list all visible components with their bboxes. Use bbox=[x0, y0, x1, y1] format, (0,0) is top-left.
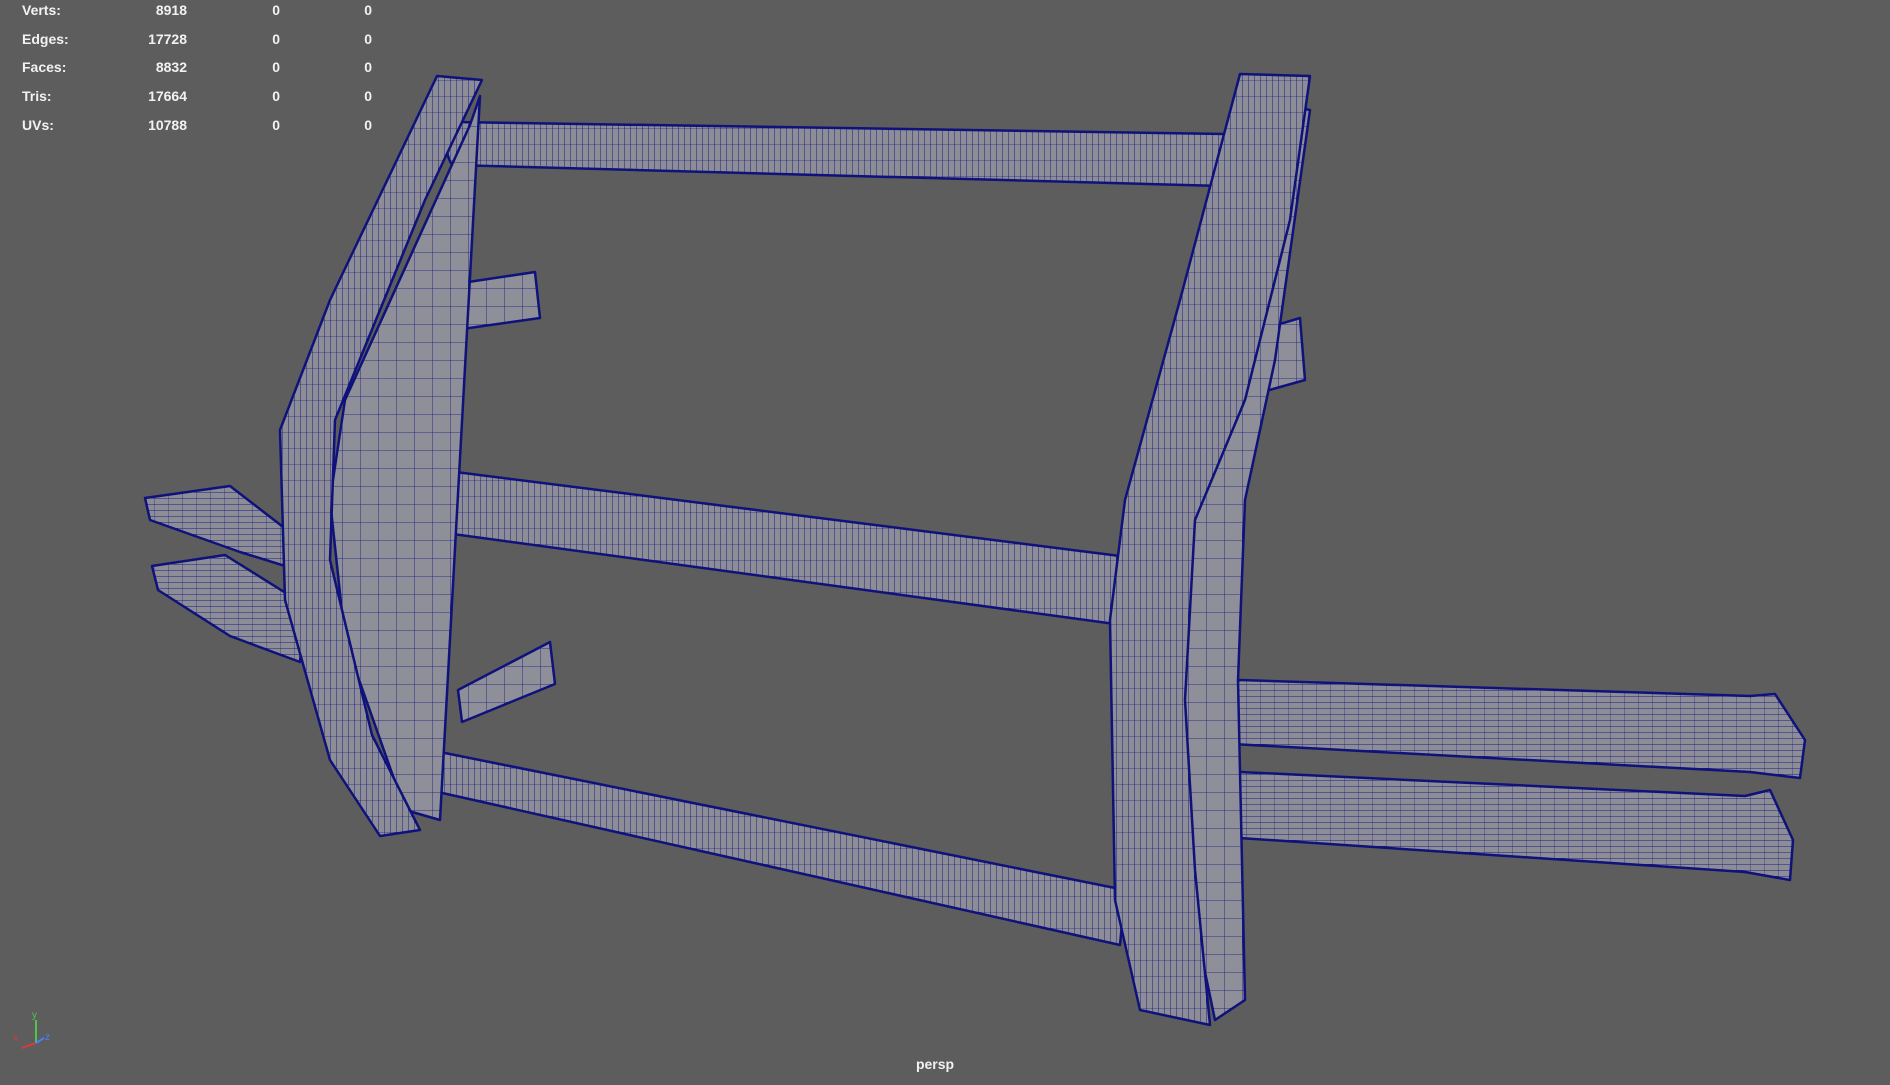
y-axis-label: y bbox=[32, 1010, 37, 1021]
hud-stat-other: 0 bbox=[364, 116, 372, 133]
hud-stat-value: 17664 bbox=[148, 88, 187, 105]
left-lower-bracket bbox=[456, 640, 557, 724]
hud-stat-selected: 0 bbox=[272, 116, 280, 133]
hud-stat-value: 10788 bbox=[148, 116, 187, 133]
top-tube bbox=[445, 120, 1227, 188]
hud-stat-label: Tris: bbox=[22, 88, 52, 105]
hud-stat-label: Faces: bbox=[22, 59, 67, 76]
hud-stat-other: 0 bbox=[364, 88, 372, 105]
left-lower-arm bbox=[150, 553, 307, 664]
hud-stat-selected: 0 bbox=[272, 2, 280, 18]
hud-stat-label: UVs: bbox=[22, 116, 54, 133]
hud-stat-value: 8918 bbox=[155, 2, 187, 18]
hud-stat-label: Edges: bbox=[22, 30, 69, 47]
hud-row: Verts: 8918 0 0 bbox=[0, 0, 400, 20]
hud-stat-selected: 0 bbox=[272, 30, 280, 47]
hud-stat-selected: 0 bbox=[272, 88, 280, 105]
hud-stat-value: 17728 bbox=[148, 30, 187, 47]
hud-row: UVs: 10788 0 0 bbox=[0, 115, 400, 135]
hud-stat-other: 0 bbox=[364, 30, 372, 47]
left-upright[interactable] bbox=[278, 74, 484, 838]
hud-stat-value: 8832 bbox=[155, 59, 187, 76]
bottom-tube bbox=[417, 748, 1127, 947]
hud-row: Tris: 17664 0 0 bbox=[0, 86, 400, 106]
axis-gizmo: x y z bbox=[13, 1010, 50, 1049]
middle-crossbar bbox=[348, 468, 1122, 626]
z-axis-label: z bbox=[45, 1032, 50, 1043]
hud-stat-selected: 0 bbox=[272, 59, 280, 76]
right-arms[interactable] bbox=[1188, 678, 1807, 882]
right-upright[interactable] bbox=[1108, 72, 1312, 1027]
3d-viewport[interactable] bbox=[0, 0, 1890, 1080]
hud-row: Edges: 17728 0 0 bbox=[0, 29, 400, 49]
camera-label: persp bbox=[915, 1056, 955, 1072]
hud-stat-label: Verts: bbox=[22, 2, 61, 18]
hud-stat-other: 0 bbox=[364, 2, 372, 18]
x-axis-label: x bbox=[13, 1033, 18, 1044]
x-axis-line bbox=[21, 1042, 37, 1049]
wireframe-model[interactable] bbox=[0, 0, 1890, 1080]
z-axis-line bbox=[35, 1037, 45, 1044]
hud-stat-other: 0 bbox=[364, 59, 372, 76]
hud-row: Faces: 8832 0 0 bbox=[0, 57, 400, 77]
right-lower-arm bbox=[1190, 770, 1795, 882]
right-upper-arm bbox=[1188, 678, 1807, 780]
left-arms[interactable] bbox=[143, 484, 307, 664]
